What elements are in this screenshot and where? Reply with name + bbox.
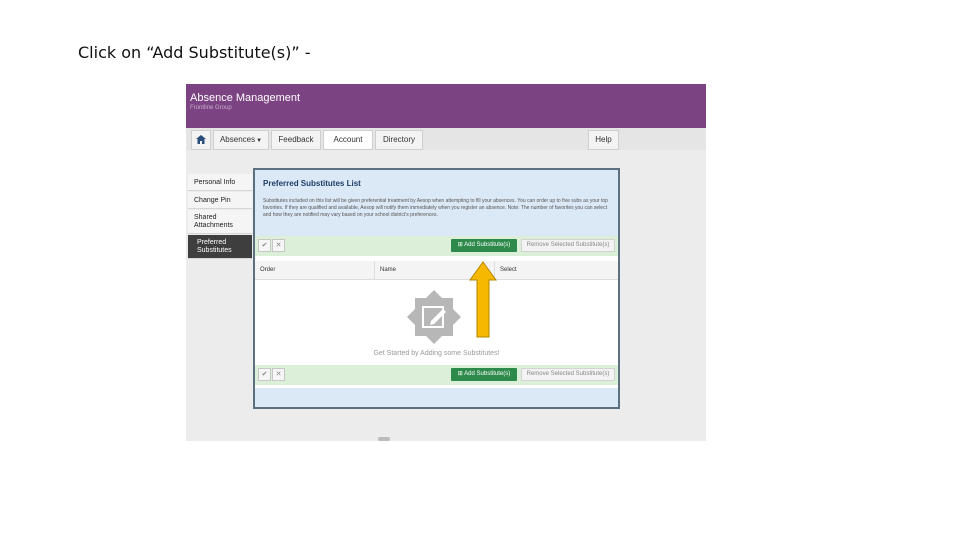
table-header: Order Name Select [255, 261, 618, 280]
panel-footer [255, 388, 618, 407]
sidebar-item-personal-info[interactable]: Personal Info [188, 174, 252, 191]
nav-feedback[interactable]: Feedback [271, 130, 321, 150]
app-subtitle: Frontline Group [190, 105, 232, 111]
top-nav: Absences▼ Feedback Account Directory Hel… [186, 128, 706, 150]
close-icon[interactable]: ✕ [272, 239, 285, 252]
panel-title: Preferred Substitutes List [263, 179, 361, 188]
bottom-toolbar: ✔ ✕ ⊞ Add Substitute(s) Remove Selected … [255, 365, 618, 385]
nav-account[interactable]: Account [323, 130, 373, 150]
panel-description: Substitutes included on this list will b… [263, 198, 608, 218]
column-select[interactable]: Select [495, 261, 618, 279]
slide-instruction: Click on “Add Substitute(s)” - [78, 43, 311, 62]
top-toolbar: ✔ ✕ ⊞ Add Substitute(s) Remove Selected … [255, 236, 618, 256]
app-title: Absence Management [190, 92, 301, 104]
add-substitute-button[interactable]: ⊞ Add Substitute(s) [451, 239, 517, 252]
preferred-substitutes-panel: Preferred Substitutes List Substitutes i… [253, 168, 620, 409]
up-arrow-icon [469, 261, 497, 343]
remove-selected-button[interactable]: Remove Selected Substitute(s) [521, 239, 615, 252]
add-substitute-button-bottom[interactable]: ⊞ Add Substitute(s) [451, 368, 517, 381]
add-substitute-label: Add Substitute(s) [464, 242, 511, 248]
sidebar-item-preferred-substitutes[interactable]: Preferred Substitutes [188, 235, 252, 259]
home-icon[interactable] [191, 130, 211, 150]
sidebar-item-change-pin[interactable]: Change Pin [188, 192, 252, 209]
nav-help[interactable]: Help [588, 130, 619, 150]
panel-header: Preferred Substitutes List Substitutes i… [255, 170, 618, 236]
check-icon[interactable]: ✔ [258, 239, 271, 252]
app-header: Absence Management Frontline Group [186, 84, 706, 128]
remove-selected-button-bottom[interactable]: Remove Selected Substitute(s) [521, 368, 615, 381]
empty-state-message: Get Started by Adding some Substitutes! [373, 350, 500, 357]
check-icon[interactable]: ✔ [258, 368, 271, 381]
nav-directory[interactable]: Directory [375, 130, 423, 150]
sidebar-item-shared-attachments[interactable]: Shared Attachments [188, 210, 252, 234]
close-icon[interactable]: ✕ [272, 368, 285, 381]
edit-icon [405, 288, 463, 351]
nav-absences[interactable]: Absences▼ [213, 130, 269, 150]
column-order[interactable]: Order [255, 261, 375, 279]
app-screenshot: Absence Management Frontline Group Absen… [186, 84, 706, 441]
chevron-down-icon: ▼ [256, 138, 263, 144]
scroll-indicator [378, 437, 390, 441]
nav-absences-label: Absences [219, 135, 256, 144]
add-substitute-label: Add Substitute(s) [464, 371, 511, 377]
